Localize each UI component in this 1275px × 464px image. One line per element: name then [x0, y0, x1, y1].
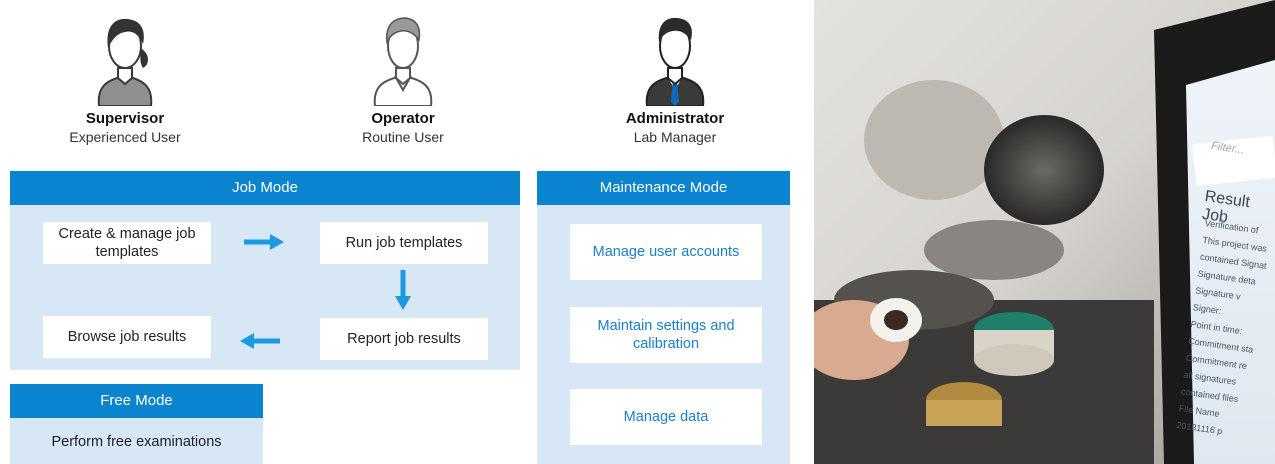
free-mode-header: Free Mode: [10, 384, 263, 418]
role-name: Administrator: [625, 110, 725, 127]
report-results-box: Report job results: [320, 318, 488, 360]
supervisor-avatar-icon: [97, 18, 153, 106]
maintenance-mode-header: Maintenance Mode: [537, 171, 790, 205]
arrow-right-icon: [244, 234, 284, 250]
microscope-photo: Filter... Result Job Verification of Thi…: [814, 0, 1275, 464]
role-name: Operator: [371, 110, 435, 127]
role-administrator: Administrator Lab Manager: [575, 8, 775, 146]
administrator-avatar-icon: [645, 17, 705, 106]
operator-avatar-icon: [373, 17, 433, 106]
arrow-left-icon: [240, 333, 280, 349]
job-mode-header: Job Mode: [10, 171, 520, 205]
maintain-settings-box: Maintain settings and calibration: [570, 307, 762, 363]
role-name: Supervisor: [85, 110, 165, 127]
role-operator: Operator Routine User: [303, 8, 503, 146]
arrow-down-icon: [395, 270, 411, 310]
role-subtitle: Routine User: [362, 129, 444, 145]
create-templates-box: Create & manage job templates: [43, 222, 211, 264]
run-templates-box: Run job templates: [320, 222, 488, 264]
manage-data-box: Manage data: [570, 389, 762, 445]
role-subtitle: Experienced User: [69, 129, 181, 145]
manage-user-accounts-box: Manage user accounts: [570, 224, 762, 280]
free-examinations-label: Perform free examinations: [51, 434, 222, 450]
role-supervisor: Supervisor Experienced User: [25, 8, 225, 146]
role-subtitle: Lab Manager: [633, 129, 717, 145]
browse-results-box: Browse job results: [43, 316, 211, 358]
